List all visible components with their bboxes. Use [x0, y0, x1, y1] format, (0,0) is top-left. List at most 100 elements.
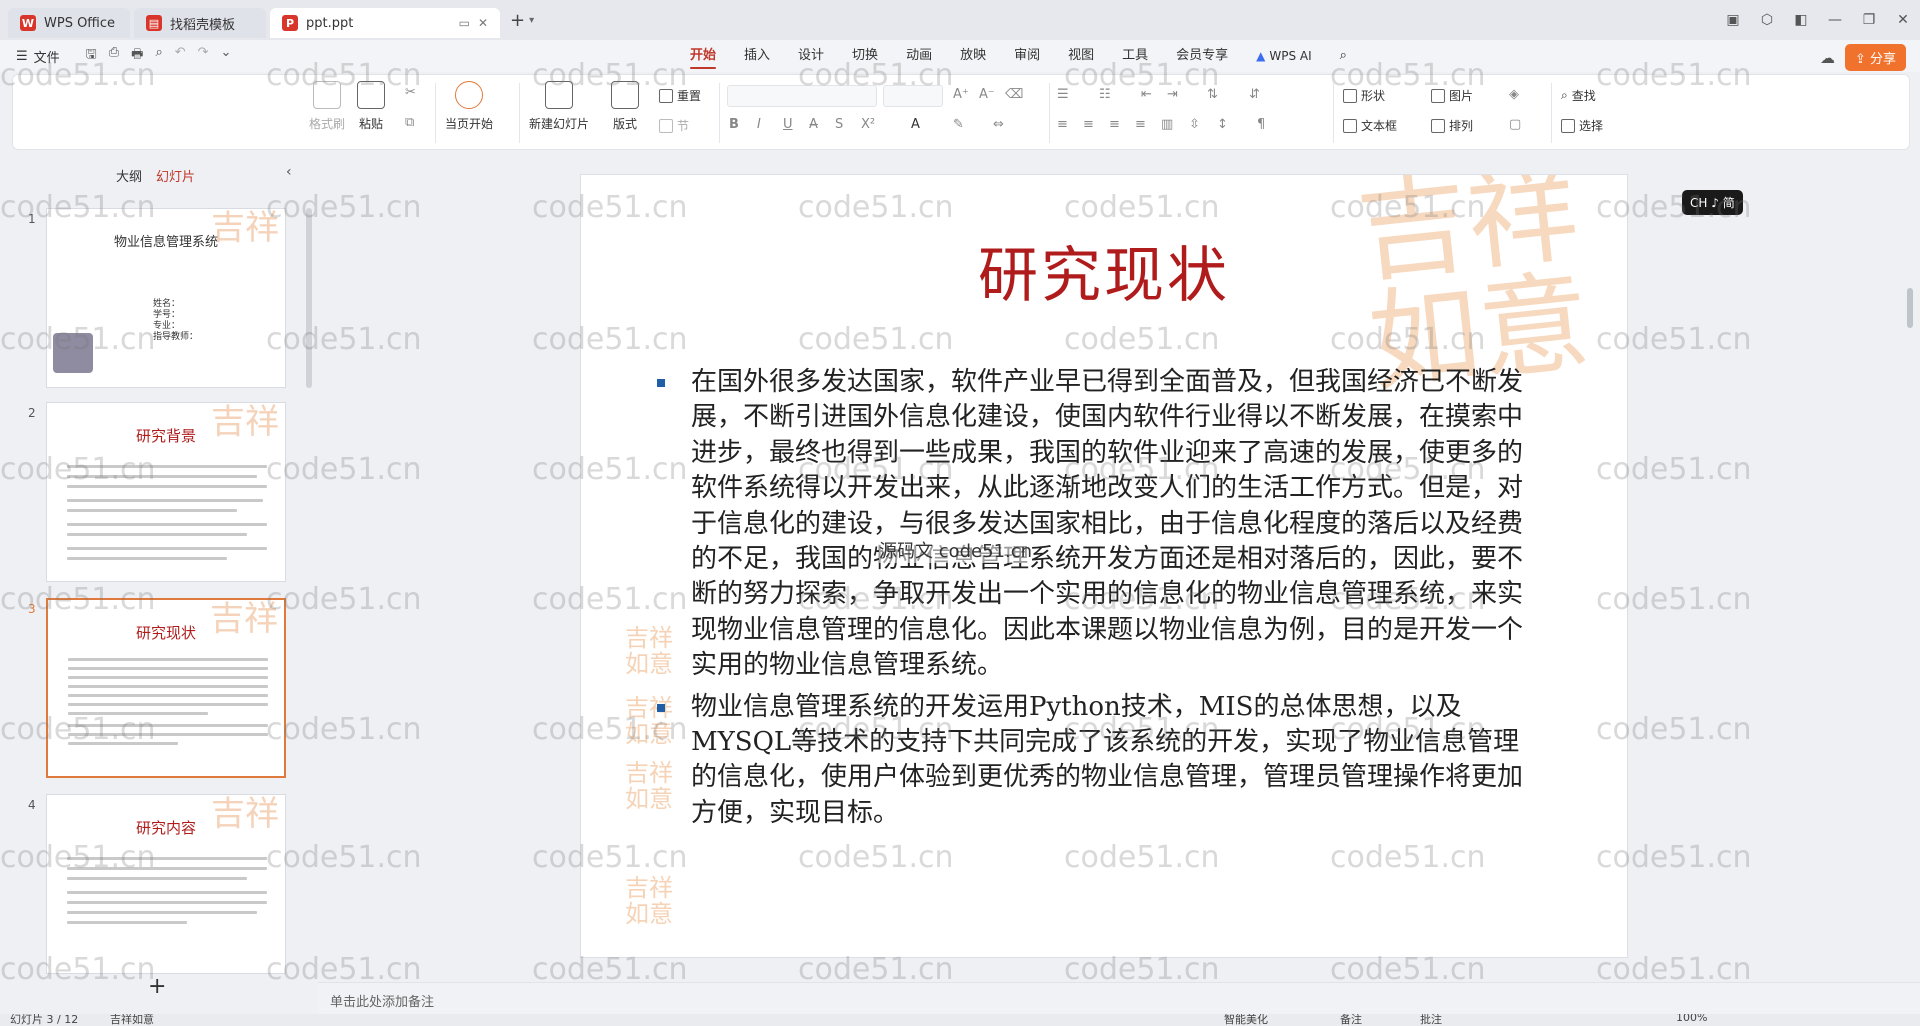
justify-icon[interactable]: ≡ [1135, 117, 1146, 132]
close-tab-icon[interactable]: ✕ [478, 16, 488, 30]
share-button[interactable]: ⇪ 分享 [1844, 44, 1906, 71]
tab-view[interactable]: 视图 [1054, 40, 1108, 72]
clear-format-icon[interactable]: ⌫ [1005, 87, 1023, 102]
close-window-icon[interactable]: ✕ [1886, 12, 1920, 28]
slide-thumbnail-1[interactable]: 吉祥 物业信息管理系统 姓名： 学号： 专业： 指导教师： [46, 208, 286, 388]
slide-thumbnail-3[interactable]: 吉祥 研究现状 [46, 598, 286, 778]
line-spacing-icon[interactable]: ↕ [1217, 117, 1228, 132]
tab-list-dropdown-icon[interactable]: ▾ [529, 15, 534, 26]
undo-icon[interactable]: ↶ [175, 45, 186, 67]
cube-icon[interactable]: ⬡ [1750, 12, 1784, 28]
theme-name[interactable]: 吉祥如意 [110, 1014, 154, 1026]
char-spacing-icon[interactable]: ⇔ [993, 117, 1004, 132]
search-icon[interactable]: ⌕ [1326, 40, 1361, 72]
new-slide-button[interactable]: 新建幻灯片 [529, 81, 589, 132]
redo-icon[interactable]: ↷ [198, 45, 209, 67]
play-current-button[interactable]: 当页开始 [445, 81, 493, 132]
format-painter-button[interactable]: 格式刷 [309, 81, 345, 132]
smart-beautify-button[interactable]: 智能美化 [1224, 1014, 1268, 1026]
cloud-upload-icon[interactable]: ☁ [1820, 49, 1835, 67]
monitor-icon[interactable]: ▭ [459, 16, 470, 30]
arrange-button[interactable]: 排列 [1431, 117, 1473, 134]
tab-tools[interactable]: 工具 [1108, 40, 1162, 72]
select-button[interactable]: 选择 [1561, 117, 1603, 134]
italic-icon[interactable]: I [757, 117, 761, 132]
slide-thumbnail-4[interactable]: 吉祥 研究内容 [46, 794, 286, 974]
tab-insert[interactable]: 插入 [730, 40, 784, 72]
bullet-list-icon[interactable]: ☰ [1057, 87, 1069, 102]
tab-animations[interactable]: 动画 [892, 40, 946, 72]
fill-icon[interactable]: ◈ [1509, 87, 1519, 102]
numbered-list-icon[interactable]: ☷ [1099, 87, 1111, 102]
wps-ai-button[interactable]: ▲ WPS AI [1242, 40, 1326, 72]
tab-review[interactable]: 审阅 [1000, 40, 1054, 72]
paste-button[interactable]: 粘贴 [357, 81, 385, 132]
highlight-icon[interactable]: ✎ [953, 117, 964, 132]
comments-toggle[interactable]: 批注 [1420, 1014, 1442, 1026]
text-direction-icon[interactable]: ⇅ [1207, 87, 1218, 102]
decrease-font-icon[interactable]: A⁻ [979, 87, 995, 102]
superscript-icon[interactable]: X² [861, 117, 875, 132]
add-slide-icon[interactable]: + [148, 974, 166, 999]
canvas-scrollbar[interactable] [1906, 156, 1914, 980]
textbox-button[interactable]: 文本框 [1343, 117, 1397, 134]
notes-toggle[interactable]: 备注 [1340, 1014, 1362, 1026]
tab-template-store[interactable]: ▤ 找稻壳模板 [134, 8, 266, 38]
scrollbar-thumb[interactable] [1907, 288, 1913, 328]
tab-slides[interactable]: 幻灯片 [156, 166, 195, 185]
font-color-icon[interactable]: A [911, 117, 920, 132]
paragraph-icon[interactable]: ¶ [1257, 117, 1265, 132]
columns-icon[interactable]: ▥ [1161, 117, 1173, 132]
find-button[interactable]: ⌕ 查找 [1561, 87, 1596, 104]
sort-icon[interactable]: ⇵ [1249, 87, 1260, 102]
reset-button[interactable]: 重置 [659, 87, 701, 104]
avatar[interactable]: ◧ [1784, 12, 1818, 28]
picture-button[interactable]: 图片 [1431, 87, 1473, 104]
align-left-icon[interactable]: ≡ [1057, 117, 1068, 132]
thumbnail-scrollbar[interactable] [306, 208, 312, 388]
outline-icon[interactable]: ▢ [1509, 117, 1521, 132]
shadow-icon[interactable]: S [835, 117, 843, 132]
section-button[interactable]: 节 [659, 117, 689, 134]
vertical-align-icon[interactable]: ⇳ [1189, 117, 1200, 132]
shape-button[interactable]: 形状 [1343, 87, 1385, 104]
tab-slideshow[interactable]: 放映 [946, 40, 1000, 72]
ime-indicator[interactable]: CH ♪ 简 [1682, 190, 1743, 215]
restore-icon[interactable]: ❐ [1852, 12, 1886, 28]
bold-icon[interactable]: B [729, 117, 739, 132]
tab-outline[interactable]: 大纲 [116, 166, 142, 185]
slide-body-textbox[interactable]: 在国外很多发达国家，软件产业早已得到全面普及，但我国经济已不断发展，不断引进国外… [655, 365, 1545, 831]
print-preview-icon[interactable]: ⌕ [155, 45, 162, 67]
hamburger-icon[interactable]: ☰ [16, 49, 28, 64]
layout-icon[interactable]: ▣ [1716, 12, 1750, 28]
file-menu[interactable]: 文件 [34, 47, 60, 66]
print-icon[interactable]: 🖶 [131, 45, 143, 67]
tab-ppt-document[interactable]: P ppt.ppt ▭ ✕ [270, 8, 500, 38]
underline-icon[interactable]: U [783, 117, 793, 132]
font-family-select[interactable] [727, 85, 877, 107]
notes-pane[interactable]: 单击此处添加备注 [318, 982, 1920, 1014]
strikethrough-icon[interactable]: A̶ [809, 117, 818, 132]
tab-transitions[interactable]: 切换 [838, 40, 892, 72]
tab-design[interactable]: 设计 [784, 40, 838, 72]
tab-home[interactable]: 开始 [676, 40, 730, 72]
layout-button[interactable]: 版式 [611, 81, 639, 132]
zoom-level[interactable]: 100% [1676, 1014, 1707, 1024]
minimize-icon[interactable]: — [1818, 12, 1852, 28]
align-center-icon[interactable]: ≡ [1083, 117, 1094, 132]
tab-member[interactable]: 会员专享 [1162, 40, 1242, 72]
collapse-panel-icon[interactable]: ‹ [286, 164, 292, 180]
slide-thumbnail-2[interactable]: 吉祥 研究背景 [46, 402, 286, 582]
slide-canvas[interactable]: 吉祥 如意 吉祥 如意 吉祥 如意 吉祥 如意 吉祥 如意 研究现状 在国外很多发达国家，… [580, 174, 1628, 958]
slide-title[interactable]: 研究现状 [581, 227, 1627, 314]
decrease-indent-icon[interactable]: ⇤ [1141, 87, 1152, 102]
font-size-select[interactable] [883, 85, 943, 107]
save-icon[interactable]: 🖫 [86, 45, 97, 67]
new-tab-icon[interactable]: + [510, 10, 525, 31]
export-icon[interactable]: ⎙ [109, 45, 119, 67]
increase-font-icon[interactable]: A⁺ [953, 87, 969, 102]
cut-icon[interactable]: ✂ [405, 85, 416, 100]
tab-wps-office[interactable]: W WPS Office [8, 8, 130, 38]
copy-icon[interactable]: ⧉ [405, 115, 414, 130]
align-right-icon[interactable]: ≡ [1109, 117, 1120, 132]
